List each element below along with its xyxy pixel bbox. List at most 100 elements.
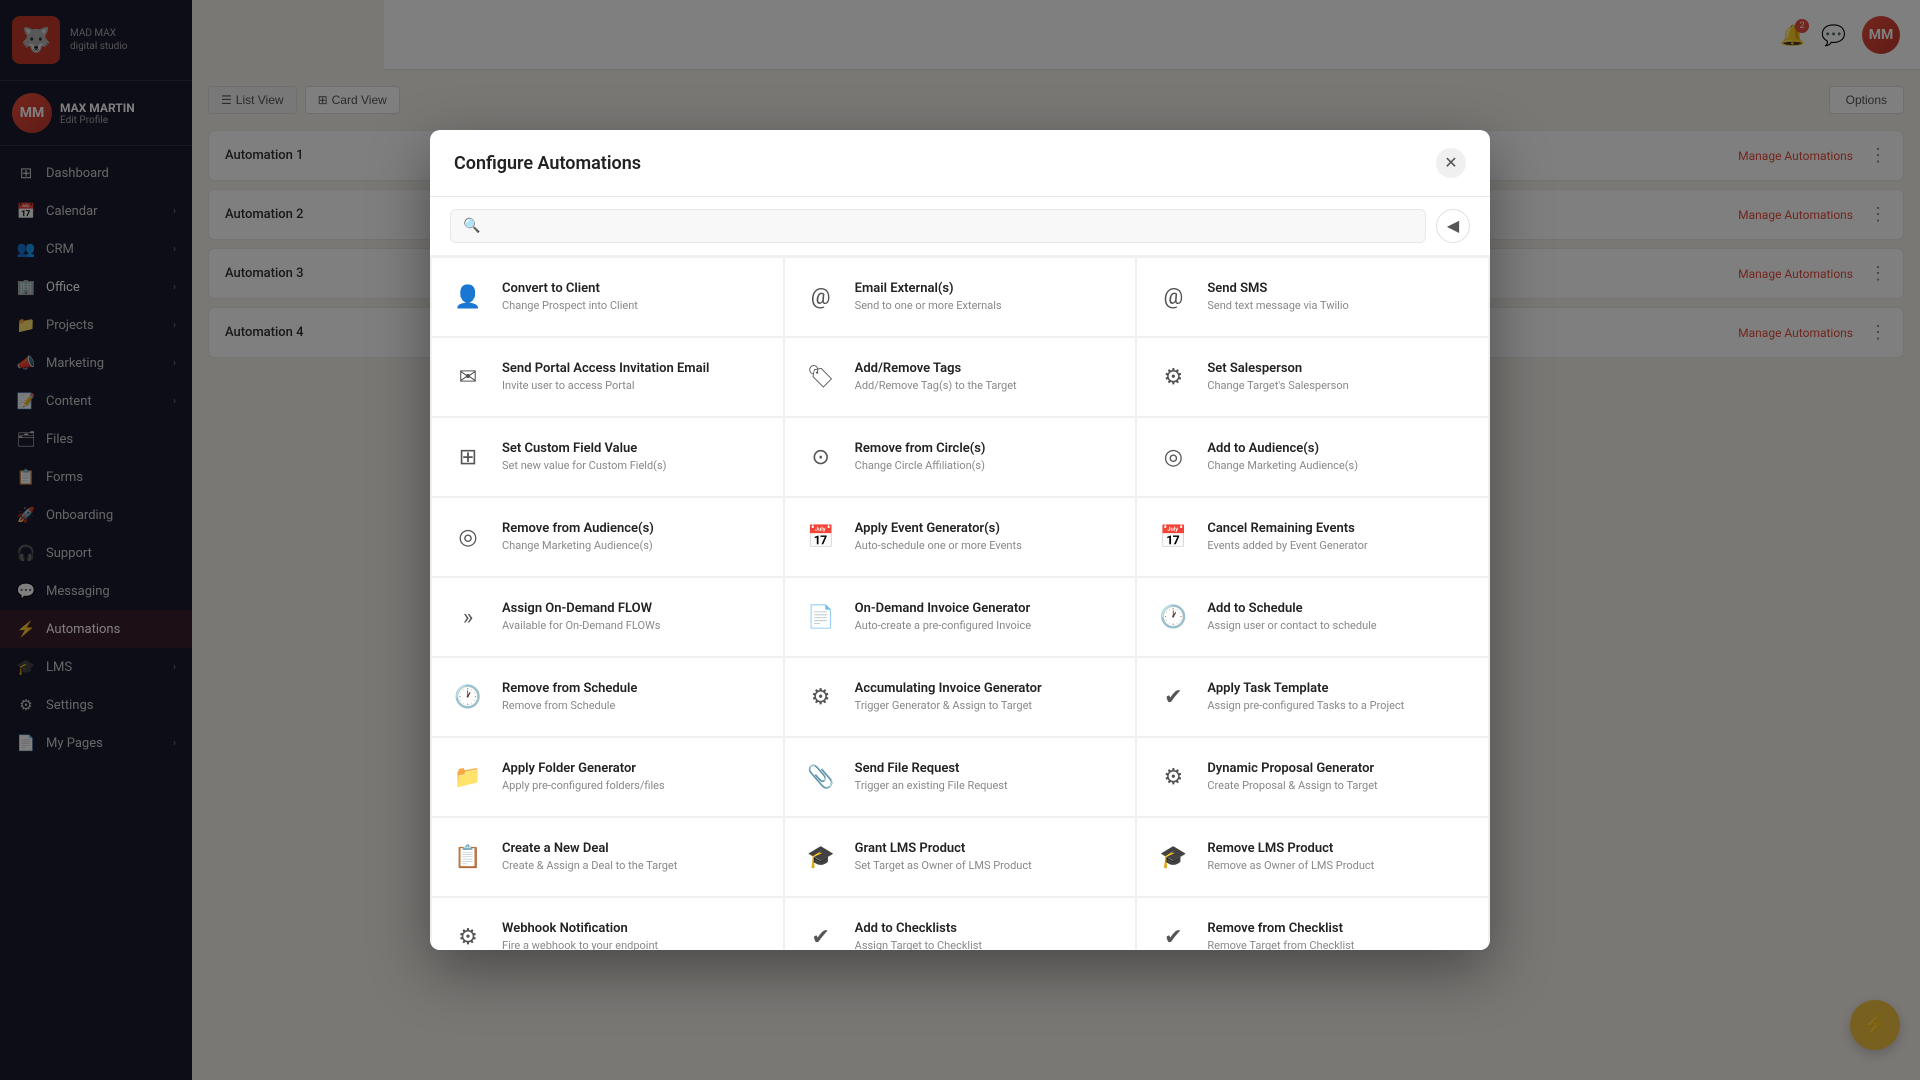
automation-card-add-remove-tags[interactable]: 🏷 Add/Remove Tags Add/Remove Tag(s) to t… bbox=[785, 338, 1136, 416]
card-title-add-to-checklists: Add to Checklists bbox=[855, 921, 982, 936]
automation-card-remove-lms-product[interactable]: 🎓 Remove LMS Product Remove as Owner of … bbox=[1137, 818, 1488, 896]
search-input[interactable] bbox=[488, 219, 1413, 234]
card-desc-remove-from-audiences: Change Marketing Audience(s) bbox=[502, 539, 654, 553]
card-desc-email-externals: Send to one or more Externals bbox=[855, 299, 1002, 313]
card-icon-remove-from-circle: ⊙ bbox=[801, 437, 841, 477]
search-input-wrapper: 🔍 bbox=[450, 209, 1426, 243]
automations-grid: 👤 Convert to Client Change Prospect into… bbox=[430, 256, 1490, 950]
card-icon-assign-on-demand-flow: » bbox=[448, 597, 488, 637]
card-content-on-demand-invoice-generator: On-Demand Invoice Generator Auto-create … bbox=[855, 601, 1031, 633]
card-title-send-sms: Send SMS bbox=[1207, 281, 1348, 296]
card-title-add-remove-tags: Add/Remove Tags bbox=[855, 361, 1017, 376]
automation-card-apply-task-template[interactable]: ✔ Apply Task Template Assign pre-configu… bbox=[1137, 658, 1488, 736]
card-desc-apply-folder-generator: Apply pre-configured folders/files bbox=[502, 779, 665, 793]
automation-card-cancel-remaining-events[interactable]: 📅 Cancel Remaining Events Events added b… bbox=[1137, 498, 1488, 576]
card-icon-cancel-remaining-events: 📅 bbox=[1153, 517, 1193, 557]
automation-card-webhook-notification[interactable]: ⚙ Webhook Notification Fire a webhook to… bbox=[432, 898, 783, 950]
card-content-accumulating-invoice-generator: Accumulating Invoice Generator Trigger G… bbox=[855, 681, 1042, 713]
card-icon-grant-lms-product: 🎓 bbox=[801, 837, 841, 877]
modal-close-button[interactable]: ✕ bbox=[1436, 148, 1466, 178]
automation-card-send-portal-invitation[interactable]: ✉ Send Portal Access Invitation Email In… bbox=[432, 338, 783, 416]
card-content-remove-from-audiences: Remove from Audience(s) Change Marketing… bbox=[502, 521, 654, 553]
card-title-add-to-schedule: Add to Schedule bbox=[1207, 601, 1376, 616]
card-title-apply-task-template: Apply Task Template bbox=[1207, 681, 1404, 696]
automation-card-on-demand-invoice-generator[interactable]: 📄 On-Demand Invoice Generator Auto-creat… bbox=[785, 578, 1136, 656]
automation-card-grant-lms-product[interactable]: 🎓 Grant LMS Product Set Target as Owner … bbox=[785, 818, 1136, 896]
card-icon-remove-lms-product: 🎓 bbox=[1153, 837, 1193, 877]
automation-card-remove-from-checklist[interactable]: ✔ Remove from Checklist Remove Target fr… bbox=[1137, 898, 1488, 950]
search-back-btn[interactable]: ◀ bbox=[1436, 209, 1470, 243]
automation-card-assign-on-demand-flow[interactable]: » Assign On-Demand FLOW Available for On… bbox=[432, 578, 783, 656]
card-desc-send-sms: Send text message via Twilio bbox=[1207, 299, 1348, 313]
automation-card-remove-from-circle[interactable]: ⊙ Remove from Circle(s) Change Circle Af… bbox=[785, 418, 1136, 496]
card-desc-dynamic-proposal-generator: Create Proposal & Assign to Target bbox=[1207, 779, 1377, 793]
card-icon-convert-to-client: 👤 bbox=[448, 277, 488, 317]
automation-card-send-sms[interactable]: @ Send SMS Send text message via Twilio bbox=[1137, 258, 1488, 336]
card-content-remove-lms-product: Remove LMS Product Remove as Owner of LM… bbox=[1207, 841, 1374, 873]
automation-card-email-externals[interactable]: @ Email External(s) Send to one or more … bbox=[785, 258, 1136, 336]
automation-card-convert-to-client[interactable]: 👤 Convert to Client Change Prospect into… bbox=[432, 258, 783, 336]
card-content-add-to-checklists: Add to Checklists Assign Target to Check… bbox=[855, 921, 982, 950]
automation-card-add-to-audiences[interactable]: ◎ Add to Audience(s) Change Marketing Au… bbox=[1137, 418, 1488, 496]
card-desc-remove-from-circle: Change Circle Affiliation(s) bbox=[855, 459, 986, 473]
automation-card-remove-from-schedule[interactable]: 🕐 Remove from Schedule Remove from Sched… bbox=[432, 658, 783, 736]
card-title-remove-from-circle: Remove from Circle(s) bbox=[855, 441, 986, 456]
modal-overlay: Configure Automations ✕ 🔍 ◀ 👤 Convert to… bbox=[0, 0, 1920, 1080]
search-bar: 🔍 ◀ bbox=[430, 197, 1490, 256]
card-title-dynamic-proposal-generator: Dynamic Proposal Generator bbox=[1207, 761, 1377, 776]
automation-card-apply-event-generator[interactable]: 📅 Apply Event Generator(s) Auto-schedule… bbox=[785, 498, 1136, 576]
card-content-add-to-audiences: Add to Audience(s) Change Marketing Audi… bbox=[1207, 441, 1358, 473]
card-icon-send-portal-invitation: ✉ bbox=[448, 357, 488, 397]
card-icon-add-to-audiences: ◎ bbox=[1153, 437, 1193, 477]
card-content-convert-to-client: Convert to Client Change Prospect into C… bbox=[502, 281, 638, 313]
automation-card-set-custom-field[interactable]: ⊞ Set Custom Field Value Set new value f… bbox=[432, 418, 783, 496]
card-icon-remove-from-audiences: ◎ bbox=[448, 517, 488, 557]
card-icon-apply-event-generator: 📅 bbox=[801, 517, 841, 557]
card-content-email-externals: Email External(s) Send to one or more Ex… bbox=[855, 281, 1002, 313]
card-title-apply-event-generator: Apply Event Generator(s) bbox=[855, 521, 1022, 536]
card-desc-remove-from-schedule: Remove from Schedule bbox=[502, 699, 637, 713]
card-title-remove-from-schedule: Remove from Schedule bbox=[502, 681, 637, 696]
card-content-remove-from-circle: Remove from Circle(s) Change Circle Affi… bbox=[855, 441, 986, 473]
card-content-apply-event-generator: Apply Event Generator(s) Auto-schedule o… bbox=[855, 521, 1022, 553]
automation-card-create-a-new-deal[interactable]: 📋 Create a New Deal Create & Assign a De… bbox=[432, 818, 783, 896]
automation-card-set-salesperson[interactable]: ⚙ Set Salesperson Change Target's Salesp… bbox=[1137, 338, 1488, 416]
card-desc-create-a-new-deal: Create & Assign a Deal to the Target bbox=[502, 859, 677, 873]
card-desc-send-file-request: Trigger an existing File Request bbox=[855, 779, 1008, 793]
automation-card-remove-from-audiences[interactable]: ◎ Remove from Audience(s) Change Marketi… bbox=[432, 498, 783, 576]
card-desc-add-to-checklists: Assign Target to Checklist bbox=[855, 939, 982, 950]
card-title-remove-lms-product: Remove LMS Product bbox=[1207, 841, 1374, 856]
card-icon-on-demand-invoice-generator: 📄 bbox=[801, 597, 841, 637]
card-content-set-custom-field: Set Custom Field Value Set new value for… bbox=[502, 441, 666, 473]
automation-card-add-to-schedule[interactable]: 🕐 Add to Schedule Assign user or contact… bbox=[1137, 578, 1488, 656]
modal-header: Configure Automations ✕ bbox=[430, 130, 1490, 197]
automation-card-accumulating-invoice-generator[interactable]: ⚙ Accumulating Invoice Generator Trigger… bbox=[785, 658, 1136, 736]
automation-card-dynamic-proposal-generator[interactable]: ⚙ Dynamic Proposal Generator Create Prop… bbox=[1137, 738, 1488, 816]
card-content-add-remove-tags: Add/Remove Tags Add/Remove Tag(s) to the… bbox=[855, 361, 1017, 393]
card-title-on-demand-invoice-generator: On-Demand Invoice Generator bbox=[855, 601, 1031, 616]
card-desc-send-portal-invitation: Invite user to access Portal bbox=[502, 379, 709, 393]
card-desc-apply-event-generator: Auto-schedule one or more Events bbox=[855, 539, 1022, 553]
card-icon-webhook-notification: ⚙ bbox=[448, 917, 488, 950]
card-icon-remove-from-schedule: 🕐 bbox=[448, 677, 488, 717]
card-desc-apply-task-template: Assign pre-configured Tasks to a Project bbox=[1207, 699, 1404, 713]
card-content-remove-from-checklist: Remove from Checklist Remove Target from… bbox=[1207, 921, 1354, 950]
card-icon-send-sms: @ bbox=[1153, 277, 1193, 317]
card-icon-apply-folder-generator: 📁 bbox=[448, 757, 488, 797]
card-title-remove-from-checklist: Remove from Checklist bbox=[1207, 921, 1354, 936]
card-title-convert-to-client: Convert to Client bbox=[502, 281, 638, 296]
card-title-webhook-notification: Webhook Notification bbox=[502, 921, 658, 936]
card-icon-apply-task-template: ✔ bbox=[1153, 677, 1193, 717]
automation-card-apply-folder-generator[interactable]: 📁 Apply Folder Generator Apply pre-confi… bbox=[432, 738, 783, 816]
card-title-remove-from-audiences: Remove from Audience(s) bbox=[502, 521, 654, 536]
modal-title: Configure Automations bbox=[454, 153, 641, 174]
card-content-dynamic-proposal-generator: Dynamic Proposal Generator Create Propos… bbox=[1207, 761, 1377, 793]
card-desc-add-to-audiences: Change Marketing Audience(s) bbox=[1207, 459, 1358, 473]
card-title-cancel-remaining-events: Cancel Remaining Events bbox=[1207, 521, 1367, 536]
card-icon-create-a-new-deal: 📋 bbox=[448, 837, 488, 877]
card-icon-email-externals: @ bbox=[801, 277, 841, 317]
automation-card-add-to-checklists[interactable]: ✔ Add to Checklists Assign Target to Che… bbox=[785, 898, 1136, 950]
automation-card-send-file-request[interactable]: 📎 Send File Request Trigger an existing … bbox=[785, 738, 1136, 816]
card-desc-on-demand-invoice-generator: Auto-create a pre-configured Invoice bbox=[855, 619, 1031, 633]
card-title-accumulating-invoice-generator: Accumulating Invoice Generator bbox=[855, 681, 1042, 696]
